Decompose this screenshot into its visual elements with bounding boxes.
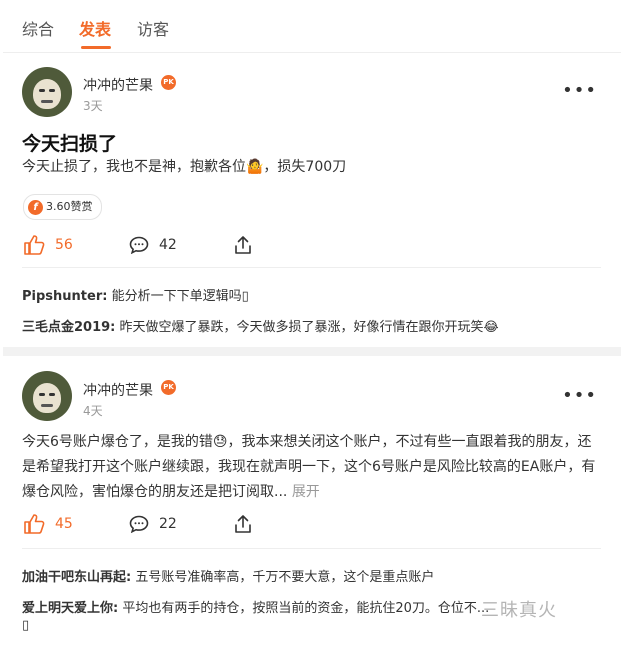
comment-bubble-icon <box>129 515 149 533</box>
username[interactable]: 冲冲的芒果 <box>83 75 153 95</box>
like-count: 45 <box>55 516 73 532</box>
comment-text: 平均也有两手的持仓，按照当前的资金，能抗住20刀。仓位不... <box>118 601 490 616</box>
tip-icon: f <box>28 199 43 215</box>
post-content[interactable]: 今天止损了，我也不是神，抱歉各位🤷，损失700刀 <box>22 155 598 180</box>
commenter-name: Pipshunter: <box>22 289 108 304</box>
avatar[interactable] <box>22 371 72 421</box>
comment-button[interactable]: 22 <box>129 509 177 539</box>
tip-amount: 3.60赞赏 <box>46 200 93 213</box>
like-button[interactable]: 56 <box>23 230 73 260</box>
like-button[interactable]: 45 <box>23 509 73 539</box>
tab-overview[interactable]: 综合 <box>22 16 54 40</box>
watermark: 三昧真火 <box>481 600 557 621</box>
username[interactable]: 冲冲的芒果 <box>83 380 153 400</box>
comment-count: 22 <box>159 516 177 532</box>
commenter-name: 三毛点金2019: <box>22 320 116 335</box>
divider <box>22 548 601 549</box>
comment-text: ▯ <box>22 618 30 633</box>
comment-text: 能分析一下下单逻辑吗▯ <box>107 289 249 304</box>
comment-text: 昨天做空爆了暴跌，今天做多损了暴涨，好像行情在跟你开玩笑😂 <box>115 320 499 335</box>
comment-item[interactable]: 爱上明天爱上你: 平均也有两手的持仓，按照当前的资金，能抗住20刀。仓位不... <box>22 597 489 616</box>
tab-bar: 综合 发表 访客 <box>3 0 621 53</box>
comment-item[interactable]: 加油干吧东山再起: 五号账号准确率高，千万不要大意，这个是重点账户 <box>22 566 434 585</box>
share-icon <box>235 236 251 254</box>
more-options-icon[interactable]: ••• <box>562 80 597 101</box>
divider <box>22 267 601 268</box>
active-tab-indicator <box>81 46 111 49</box>
post-card: 冲冲的芒果 PK 3天 ••• 今天扫损了 今天止损了，我也不是神，抱歉各位🤷，… <box>3 52 621 345</box>
post-time: 4天 <box>83 404 103 418</box>
comment-item[interactable]: Pipshunter: 能分析一下下单逻辑吗▯ <box>22 285 249 304</box>
avatar-face-icon <box>33 79 61 109</box>
share-button[interactable] <box>233 509 253 539</box>
thumbs-up-icon <box>24 514 45 534</box>
comment-item[interactable]: 三毛点金2019: 昨天做空爆了暴跌，今天做多损了暴涨，好像行情在跟你开玩笑😂 <box>22 316 499 335</box>
commenter-name: 爱上明天爱上你: <box>22 601 119 616</box>
pk-badge-icon: PK <box>161 380 176 395</box>
share-icon <box>235 515 251 533</box>
tab-posts[interactable]: 发表 <box>79 16 111 40</box>
post-title: 今天扫损了 <box>22 133 118 155</box>
comment-button[interactable]: 42 <box>129 230 177 260</box>
avatar[interactable] <box>22 67 72 117</box>
commenter-name: 加油干吧东山再起: <box>22 570 132 585</box>
profile-feed: 综合 发表 访客 冲冲的芒果 PK 3天 ••• 今天扫损了 今天止损了，我也不… <box>3 0 621 650</box>
thumbs-up-icon <box>24 235 45 255</box>
post-content[interactable]: 今天6号账户爆仓了，是我的错😓，我本来想关闭这个账户，不过有些一直跟着我的朋友，… <box>22 430 598 505</box>
like-count: 56 <box>55 237 73 253</box>
section-divider <box>3 347 621 356</box>
post-time: 3天 <box>83 99 103 113</box>
share-button[interactable] <box>233 230 253 260</box>
comment-count: 42 <box>159 237 177 253</box>
avatar-face-icon <box>33 383 61 413</box>
tab-visitors[interactable]: 访客 <box>137 16 169 40</box>
expand-link[interactable]: 展开 <box>292 484 320 500</box>
comment-item: ▯ <box>22 618 29 633</box>
post-actions: 56 42 <box>3 230 621 260</box>
pk-badge-icon: PK <box>161 75 176 90</box>
comment-text: 五号账号准确率高，千万不要大意，这个是重点账户 <box>131 570 435 585</box>
more-options-icon[interactable]: ••• <box>562 385 597 406</box>
tip-badge[interactable]: f 3.60赞赏 <box>23 194 102 220</box>
comment-bubble-icon <box>129 236 149 254</box>
post-actions: 45 22 <box>3 509 621 539</box>
